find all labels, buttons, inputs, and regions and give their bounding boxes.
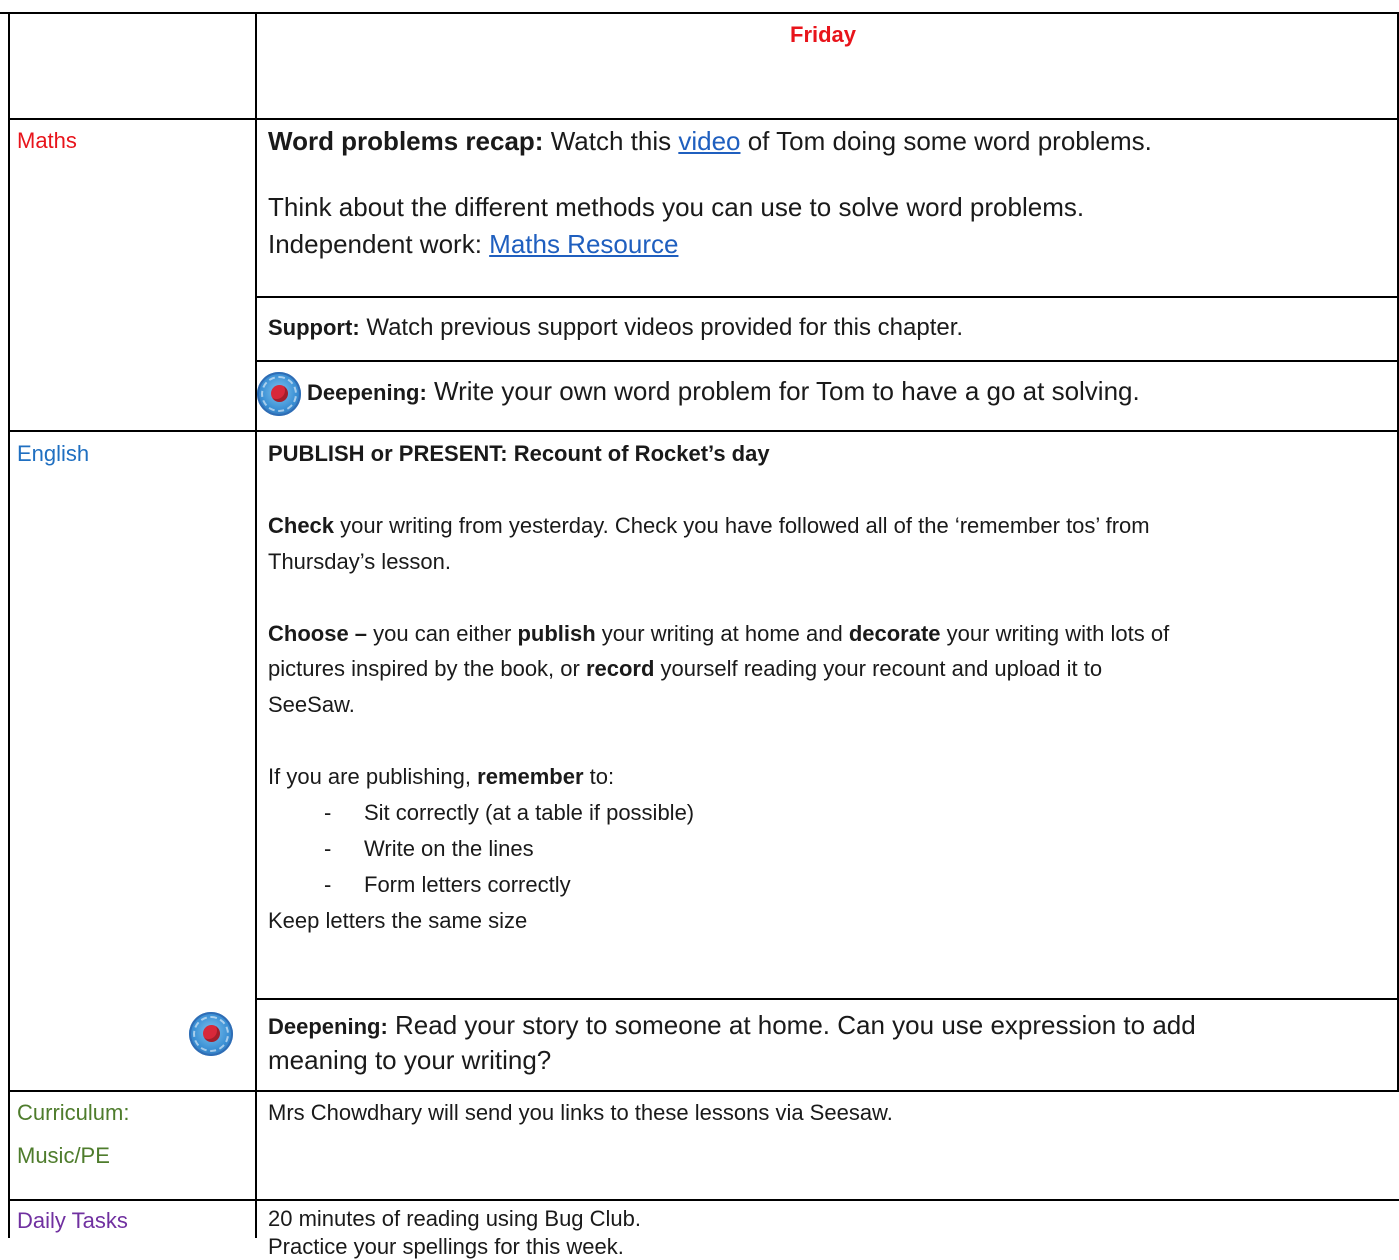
- english-choose-text-c: your writing with lots of: [940, 621, 1170, 646]
- english-choose-text-b: your writing at home and: [595, 621, 849, 646]
- english-deepening-text-1: Read your story to someone at home. Can …: [387, 1010, 1196, 1040]
- maths-recap-title: Word problems recap:: [268, 126, 544, 156]
- list-item: - Write on the lines: [268, 836, 534, 862]
- english-choose-line-1: Choose – you can either publish your wri…: [268, 621, 1169, 647]
- day-heading: Friday: [790, 22, 857, 47]
- maths-independent-line: Independent work: Maths Resource: [268, 229, 678, 260]
- maths-think-line: Think about the different methods you ca…: [268, 192, 1085, 222]
- english-keep-line: Keep letters the same size: [268, 908, 528, 933]
- english-choose-text-line2: pictures inspired by the book, or: [268, 656, 586, 681]
- maths-support-text: Watch previous support videos provided f…: [359, 314, 964, 341]
- maths-support-title: Support:: [268, 315, 360, 340]
- lesson-plan-table: Friday Maths Word problems recap: Watch …: [0, 0, 1399, 1259]
- maths-recap-line: Word problems recap: Watch this video of…: [268, 126, 1152, 157]
- video-link[interactable]: video: [678, 126, 740, 156]
- maths-independent-label: Independent work:: [268, 229, 490, 259]
- english-publish-word: publish: [517, 621, 596, 646]
- english-choose-text-a: you can either: [367, 621, 518, 646]
- english-remember-bold: remember: [477, 764, 584, 789]
- list-item-text: Sit correctly (at a table if possible): [364, 800, 695, 825]
- subject-label-maths: Maths: [17, 128, 77, 153]
- english-choose-text-d: yourself reading your recount and upload…: [654, 656, 1103, 681]
- english-check-bold: Check: [268, 513, 335, 538]
- table-left-border: [8, 12, 10, 1238]
- challenge-badge-icon: [257, 372, 301, 416]
- list-dash: -: [324, 800, 332, 825]
- english-decorate-word: decorate: [848, 621, 941, 646]
- row-divider-support-top: [256, 296, 1399, 298]
- maths-deepening-text: Write your own word problem for Tom to h…: [426, 376, 1140, 406]
- english-check-text: your writing from yesterday. Check you h…: [334, 513, 1150, 538]
- english-deepening-line-2: meaning to your writing?: [268, 1045, 552, 1075]
- challenge-badge-icon: [189, 1012, 233, 1056]
- subject-label-curriculum-2: Music/PE: [17, 1143, 110, 1168]
- english-heading: PUBLISH or PRESENT: Recount of Rocket’s …: [268, 441, 770, 466]
- english-check-line-1: Check your writing from yesterday. Check…: [268, 513, 1150, 539]
- column-divider: [255, 12, 257, 1238]
- list-dash: -: [324, 836, 332, 861]
- table-top-border: [0, 12, 1399, 14]
- english-remember-post: to:: [583, 764, 615, 789]
- row-divider-english: [8, 1090, 1399, 1092]
- row-divider-curriculum: [8, 1199, 1399, 1201]
- list-item-text: Write on the lines: [364, 836, 534, 861]
- row-divider-header: [8, 118, 1399, 120]
- row-divider-support-bottom: [256, 360, 1399, 362]
- maths-deepening-title: Deepening:: [307, 380, 427, 405]
- maths-recap-post: of Tom doing some word problems.: [740, 126, 1152, 156]
- subject-label-daily: Daily Tasks: [17, 1208, 128, 1233]
- maths-recap-pre: Watch this: [543, 126, 679, 156]
- row-divider-maths: [8, 430, 1399, 432]
- english-deepening-title: Deepening:: [268, 1014, 388, 1039]
- english-choose-line-2: pictures inspired by the book, or record…: [268, 656, 1102, 682]
- list-item: - Sit correctly (at a table if possible): [268, 800, 694, 826]
- list-dash: -: [324, 872, 332, 897]
- english-choose-bold: Choose –: [268, 621, 368, 646]
- daily-line-1: 20 minutes of reading using Bug Club.: [268, 1206, 642, 1231]
- english-record-word: record: [585, 656, 655, 681]
- maths-deepening-line: Deepening: Write your own word problem f…: [307, 376, 1140, 407]
- english-choose-line-3: SeeSaw.: [268, 692, 355, 717]
- english-remember-pre: If you are publishing,: [268, 764, 478, 789]
- subject-label-curriculum-1: Curriculum:: [17, 1100, 130, 1125]
- english-check-line-2: Thursday’s lesson.: [268, 549, 452, 574]
- curriculum-text: Mrs Chowdhary will send you links to the…: [268, 1100, 893, 1125]
- maths-resource-link[interactable]: Maths Resource: [489, 229, 678, 259]
- row-divider-english-deepening: [256, 998, 1399, 1000]
- maths-support-line: Support: Watch previous support videos p…: [268, 314, 963, 342]
- subject-label-english: English: [17, 441, 90, 466]
- list-item: - Form letters correctly: [268, 872, 571, 898]
- english-deepening-line-1: Deepening: Read your story to someone at…: [268, 1010, 1196, 1041]
- english-remember-line: If you are publishing, remember to:: [268, 764, 614, 790]
- list-item-text: Form letters correctly: [364, 872, 571, 897]
